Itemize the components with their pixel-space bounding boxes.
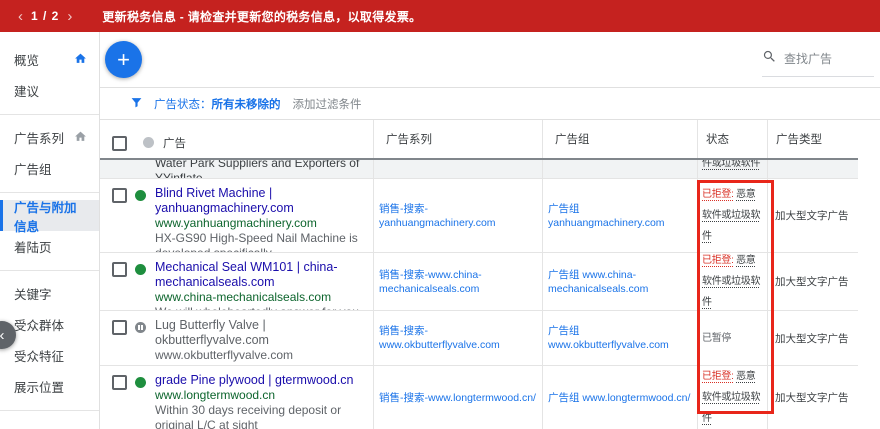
column-header-ad-type[interactable]: 广告类型 bbox=[767, 120, 858, 158]
ad-type-label: 加大型文字广告 bbox=[775, 331, 849, 346]
status-cell[interactable]: 已拒登: 恶意软件或垃圾软件 bbox=[702, 366, 764, 429]
ad-description: HX-GS90 High-Speed Nail Machine is devel… bbox=[155, 231, 367, 252]
ad-title-link[interactable]: grade Pine plywood | gtermwood.cn bbox=[155, 373, 367, 388]
ad-display-url: www.longtermwood.cn bbox=[155, 388, 367, 403]
banner-next-icon[interactable]: › bbox=[63, 9, 76, 24]
table-row[interactable]: grade Pine plywood | gtermwood.cn www.lo… bbox=[100, 366, 858, 429]
sidebar-item-label: 受众特征 bbox=[14, 346, 64, 365]
sidebar-item-label: 着陆页 bbox=[14, 237, 52, 256]
banner-prev-icon[interactable]: ‹ bbox=[14, 9, 27, 24]
sidebar-item-label: 广告系列 bbox=[14, 128, 64, 147]
filter-bar: 广告状态：所有未移除的 添加过滤条件 bbox=[100, 88, 880, 120]
filter-label: 广告状态： bbox=[154, 99, 212, 111]
ad-title-link[interactable]: Blind Rivet Machine | yanhuangmachinery.… bbox=[155, 186, 367, 216]
ad-type-label: 加大型文字广告 bbox=[775, 390, 849, 405]
ad-description: Within 30 days receiving deposit or orig… bbox=[155, 403, 367, 429]
table-row[interactable]: Lug Butterfly Valve | okbutterflyvalve.c… bbox=[100, 311, 858, 366]
filter-value: 所有未移除的 bbox=[212, 99, 281, 111]
sidebar-item-recommendations[interactable]: 建议 bbox=[0, 75, 99, 106]
ad-status-filter[interactable]: 广告状态：所有未移除的 bbox=[154, 96, 281, 112]
filter-funnel-icon bbox=[130, 96, 154, 112]
notification-banner: ‹ 1 / 2 › 更新税务信息 - 请检查并更新您的税务信息，以取得发票。 bbox=[0, 0, 880, 32]
toolbar: + bbox=[100, 32, 880, 88]
table-row[interactable]: Mechanical Seal WM101 | china-mechanical… bbox=[100, 253, 858, 311]
status-cell[interactable]: 已暂停 bbox=[702, 328, 731, 349]
ad-display-url: www.china-mechanicalseals.com bbox=[155, 290, 367, 305]
ads-table: 广告 广告系列 广告组 状态 广告类型 Water Park Suppliers… bbox=[100, 120, 858, 429]
add-ad-button[interactable]: + bbox=[105, 41, 142, 78]
ad-description-clipped: YYinflate bbox=[155, 171, 359, 178]
sidebar-divider bbox=[0, 270, 99, 271]
banner-page-indicator: 1 / 2 bbox=[31, 9, 59, 23]
chevron-left-icon: ‹ bbox=[0, 327, 5, 344]
search-input[interactable] bbox=[784, 52, 862, 66]
status-dot-header-icon bbox=[143, 137, 154, 148]
column-header-status[interactable]: 状态 bbox=[697, 120, 767, 158]
sidebar-item-landing-pages[interactable]: 着陆页 bbox=[0, 231, 99, 262]
status-cell[interactable]: 已拒登: 恶意软件或垃圾软件 bbox=[702, 184, 764, 247]
main-content: + 广告状态：所有未移除的 添加过滤条件 bbox=[100, 32, 880, 429]
ad-type-label: 加大型文字广告 bbox=[775, 274, 849, 289]
sidebar-item-label: 概览 bbox=[14, 50, 39, 69]
status-dot-enabled-icon[interactable] bbox=[135, 190, 146, 201]
ad-description: We will wholeheartedly answer for you bbox=[155, 305, 367, 310]
sidebar-item-ad-groups[interactable]: 广告组 bbox=[0, 153, 99, 184]
home-icon bbox=[74, 130, 87, 146]
search-icon bbox=[762, 49, 777, 69]
sidebar: 概览 建议 广告系列 广告组 广告与附加信息 着陆页 关键 bbox=[0, 32, 100, 429]
plus-icon: + bbox=[117, 47, 130, 73]
column-header-ad-group[interactable]: 广告组 bbox=[542, 120, 697, 158]
row-checkbox[interactable] bbox=[112, 188, 127, 203]
column-header-campaign[interactable]: 广告系列 bbox=[373, 120, 542, 158]
ad-group-link[interactable]: 广告组 www.china-mechanicalseals.com bbox=[548, 268, 693, 296]
select-all-checkbox[interactable] bbox=[112, 136, 127, 151]
home-icon bbox=[74, 52, 87, 68]
sidebar-divider bbox=[0, 410, 99, 411]
status-text-clipped: 件或垃圾软件 bbox=[702, 160, 760, 169]
status-dot-enabled-icon[interactable] bbox=[135, 377, 146, 388]
ad-group-link[interactable]: 广告组 yanhuangmachinery.com bbox=[548, 202, 693, 230]
row-checkbox[interactable] bbox=[112, 262, 127, 277]
sidebar-item-demographics[interactable]: 受众特征 bbox=[0, 340, 99, 371]
column-header-ad[interactable]: 广告 bbox=[163, 135, 186, 151]
status-cell[interactable]: 已拒登: 恶意软件或垃圾软件 bbox=[702, 253, 764, 310]
ad-title-link[interactable]: Mechanical Seal WM101 | china-mechanical… bbox=[155, 260, 367, 290]
sidebar-divider bbox=[0, 114, 99, 115]
google-ads-page: ‹ 1 / 2 › 更新税务信息 - 请检查并更新您的税务信息，以取得发票。 概… bbox=[0, 0, 880, 429]
sidebar-item-label: 关键字 bbox=[14, 284, 52, 303]
ad-display-url: www.yanhuangmachinery.com bbox=[155, 216, 367, 231]
ad-group-link[interactable]: 广告组 www.okbutterflyvalve.com bbox=[548, 324, 693, 352]
ad-type-label: 加大型文字广告 bbox=[775, 208, 849, 223]
sidebar-divider bbox=[0, 192, 99, 193]
search-box[interactable] bbox=[762, 49, 874, 77]
campaign-link[interactable]: 销售-搜索-www.okbutterflyvalve.com bbox=[379, 324, 538, 352]
status-dot-paused-icon[interactable] bbox=[135, 322, 146, 333]
sidebar-item-label: 展示位置 bbox=[14, 377, 64, 396]
sidebar-item-label: 建议 bbox=[14, 81, 39, 100]
sidebar-item-label: 受众群体 bbox=[14, 315, 64, 334]
table-header-row: 广告 广告系列 广告组 状态 广告类型 bbox=[100, 120, 858, 160]
ad-group-link[interactable]: 广告组 www.longtermwood.cn/ bbox=[548, 391, 690, 405]
table-row[interactable]: Blind Rivet Machine | yanhuangmachinery.… bbox=[100, 179, 858, 253]
banner-message: 更新税务信息 - 请检查并更新您的税务信息，以取得发票。 bbox=[102, 8, 421, 25]
sidebar-item-overview[interactable]: 概览 bbox=[0, 44, 99, 75]
ad-display-url: www.okbutterflyvalve.com bbox=[155, 348, 367, 363]
ad-description: These valves are admired for corrosion r… bbox=[155, 363, 367, 365]
sidebar-item-campaigns[interactable]: 广告系列 bbox=[0, 122, 99, 153]
campaign-link[interactable]: 销售-搜索-www.longtermwood.cn/ bbox=[379, 391, 536, 405]
sidebar-item-placements[interactable]: 展示位置 bbox=[0, 371, 99, 402]
row-checkbox[interactable] bbox=[112, 320, 127, 335]
sidebar-item-ads-extensions[interactable]: 广告与附加信息 bbox=[0, 200, 99, 231]
sidebar-item-label: 广告组 bbox=[14, 159, 52, 178]
table-row-clipped[interactable]: Water Park Suppliers and Exporters of YY… bbox=[100, 160, 858, 179]
add-filter-button[interactable]: 添加过滤条件 bbox=[293, 96, 362, 112]
row-checkbox[interactable] bbox=[112, 375, 127, 390]
status-dot-enabled-icon[interactable] bbox=[135, 264, 146, 275]
sidebar-item-keywords[interactable]: 关键字 bbox=[0, 278, 99, 309]
ad-description-clipped: Water Park Suppliers and Exporters of bbox=[155, 160, 359, 171]
ad-title-link[interactable]: Lug Butterfly Valve | okbutterflyvalve.c… bbox=[155, 318, 367, 348]
sidebar-item-label: 广告与附加信息 bbox=[14, 197, 87, 235]
campaign-link[interactable]: 销售-搜索-yanhuangmachinery.com bbox=[379, 202, 538, 230]
campaign-link[interactable]: 销售-搜索-www.china-mechanicalseals.com bbox=[379, 268, 538, 296]
